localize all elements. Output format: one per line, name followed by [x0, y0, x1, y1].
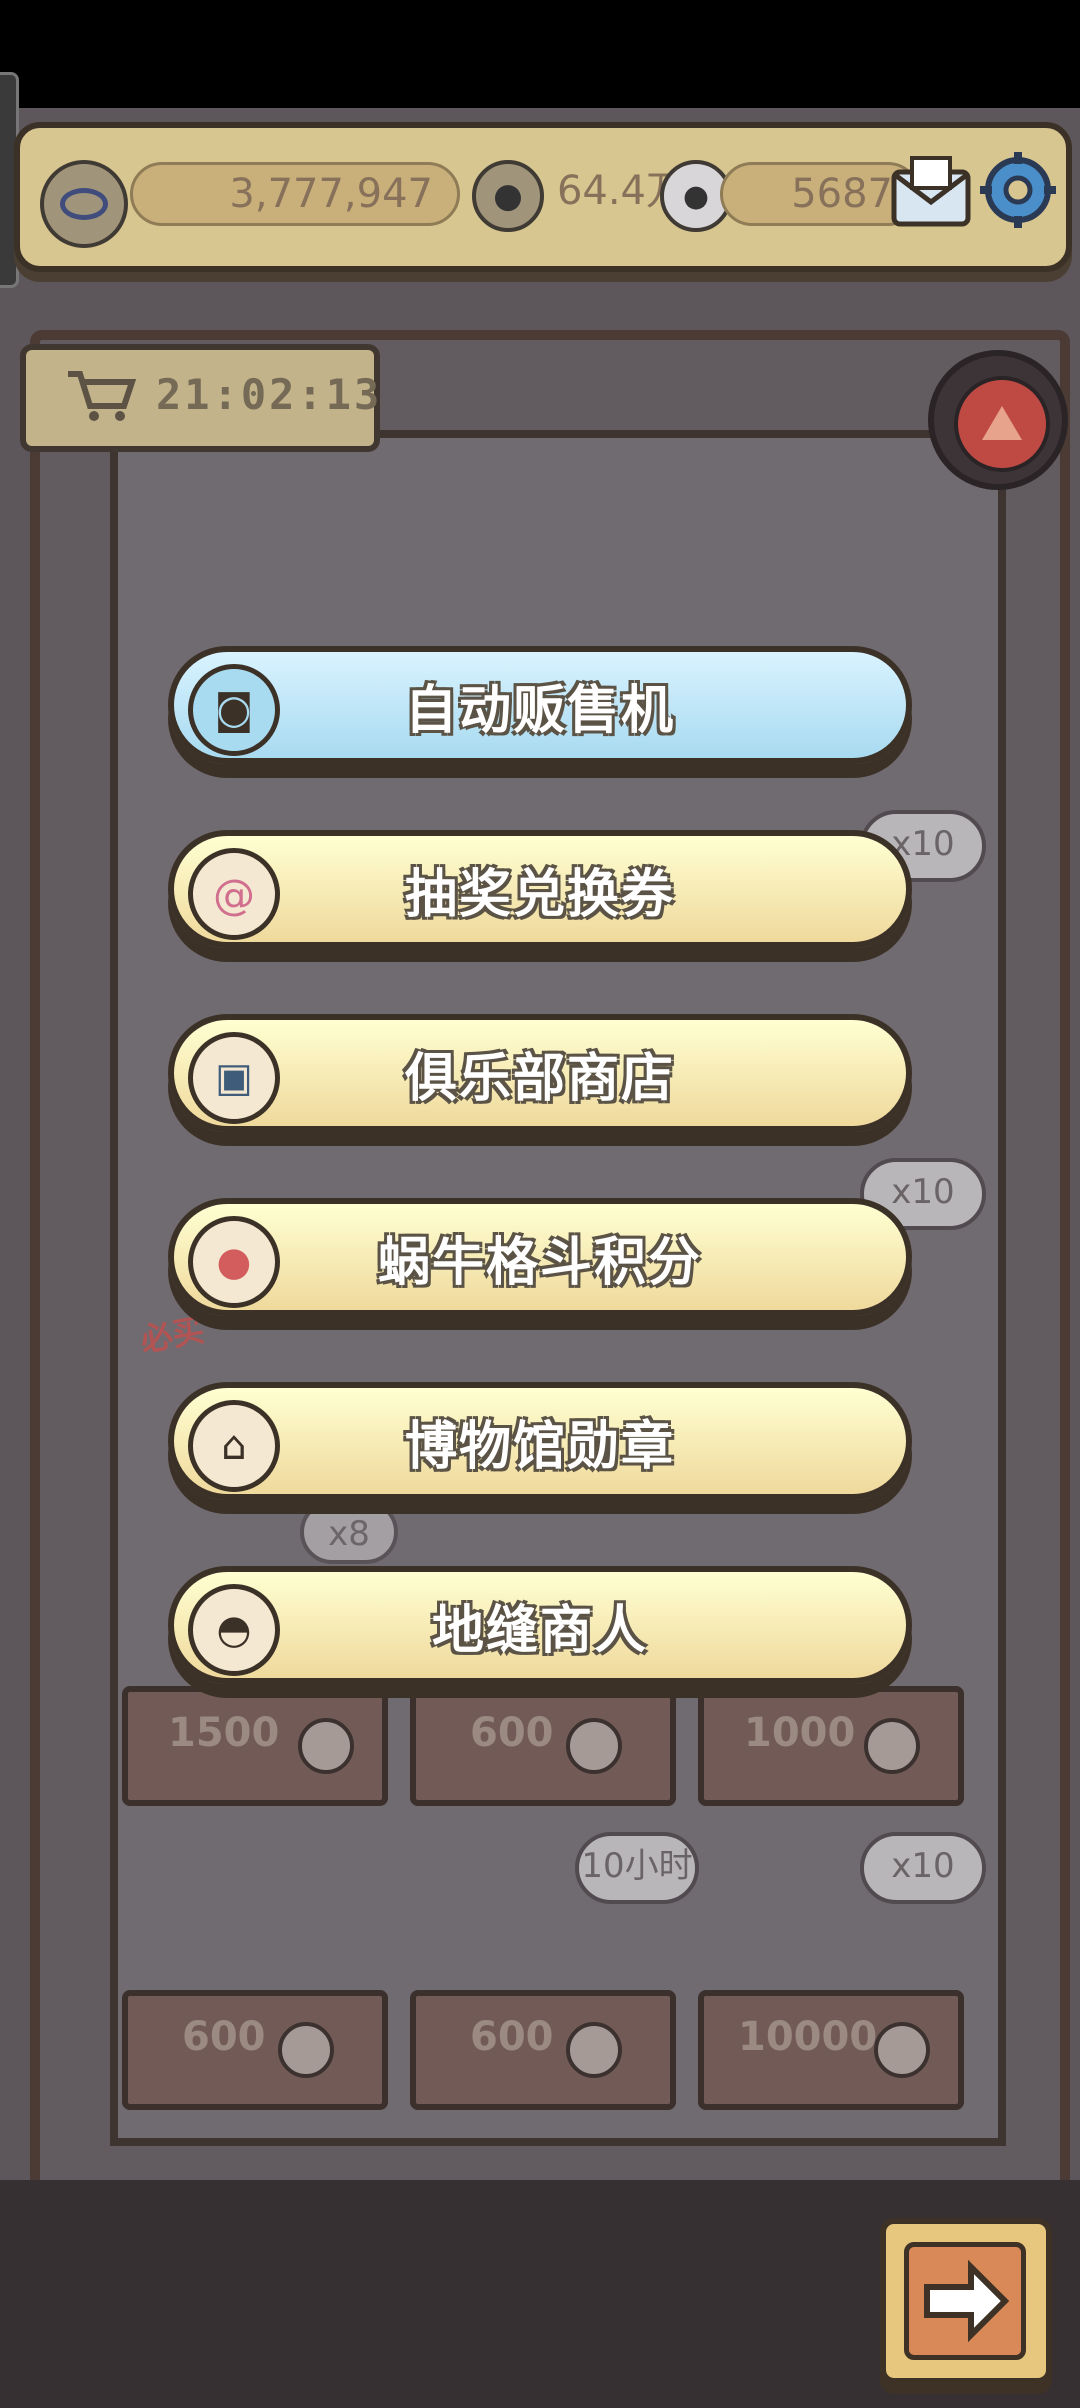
speech-bubble-icon [874, 2022, 930, 2078]
up-arrow-icon [982, 406, 1022, 440]
speech-bubble-icon [566, 1718, 622, 1774]
underground-merchant-button[interactable]: ◓ 地缝商人 [168, 1566, 912, 1684]
menu-label: 地缝商人 [431, 1600, 648, 1661]
speech-bubble-icon [566, 2022, 622, 2078]
resource-bar: 3,777,947 ● 64.4万 ● 5687 [14, 122, 1072, 272]
price-label: 600 [470, 1710, 554, 1756]
quantity-bubble: x8 [300, 1500, 398, 1564]
price-label: 600 [182, 2014, 266, 2060]
menu-label: 自动贩售机 [404, 680, 675, 741]
mail-icon[interactable] [888, 152, 974, 232]
museum-medal-button[interactable]: ⌂ 博物馆勋章 [168, 1382, 912, 1500]
menu-label: 俱乐部商店 [404, 1048, 675, 1109]
price-tag[interactable]: 1000 [698, 1686, 964, 1806]
price-label: 600 [470, 2014, 554, 2060]
collapse-button[interactable] [928, 350, 1068, 490]
menu-label: 抽奖兑换券 [404, 864, 675, 925]
price-tag[interactable]: 600 [122, 1990, 388, 2110]
status-bar [0, 0, 1080, 108]
right-arrow-icon [924, 2259, 1010, 2343]
price-tag[interactable]: 600 [410, 1686, 676, 1806]
speech-bubble-icon [298, 1718, 354, 1774]
quantity-bubble: x10 [860, 1832, 986, 1904]
price-label: 1500 [168, 1710, 280, 1756]
views-counter: 3,777,947 [130, 162, 460, 226]
menu-label: 博物馆勋章 [404, 1416, 675, 1477]
next-button[interactable] [880, 2218, 1052, 2384]
timer-text: 21:02:13 [156, 370, 383, 419]
vending-machine-button[interactable]: ◙ 自动贩售机 [168, 646, 912, 764]
club-shop-button[interactable]: ▣ 俱乐部商店 [168, 1014, 912, 1132]
app-screen: 3,777,947 ● 64.4万 ● 5687 21:02:13 x10 x1… [0, 0, 1080, 2408]
speech-bubble-icon [278, 2022, 334, 2078]
price-label: 1000 [744, 1710, 856, 1756]
price-tag[interactable]: 600 [410, 1990, 676, 2110]
price-tag[interactable]: 10000 [698, 1990, 964, 2110]
speech-bubble-icon [864, 1718, 920, 1774]
cart-icon [66, 368, 137, 424]
menu-label: 蜗牛格斗积分 [377, 1232, 702, 1293]
duration-bubble: 10小时 [575, 1832, 699, 1904]
shop-timer: 21:02:13 [20, 344, 380, 452]
snail-fight-points-button[interactable]: ● 蜗牛格斗积分 [168, 1198, 912, 1316]
price-tag[interactable]: 1500 [122, 1686, 388, 1806]
price-label: 10000 [738, 2014, 878, 2060]
gear-icon[interactable] [978, 150, 1058, 230]
lottery-ticket-button[interactable]: @ 抽奖兑换券 [168, 830, 912, 948]
